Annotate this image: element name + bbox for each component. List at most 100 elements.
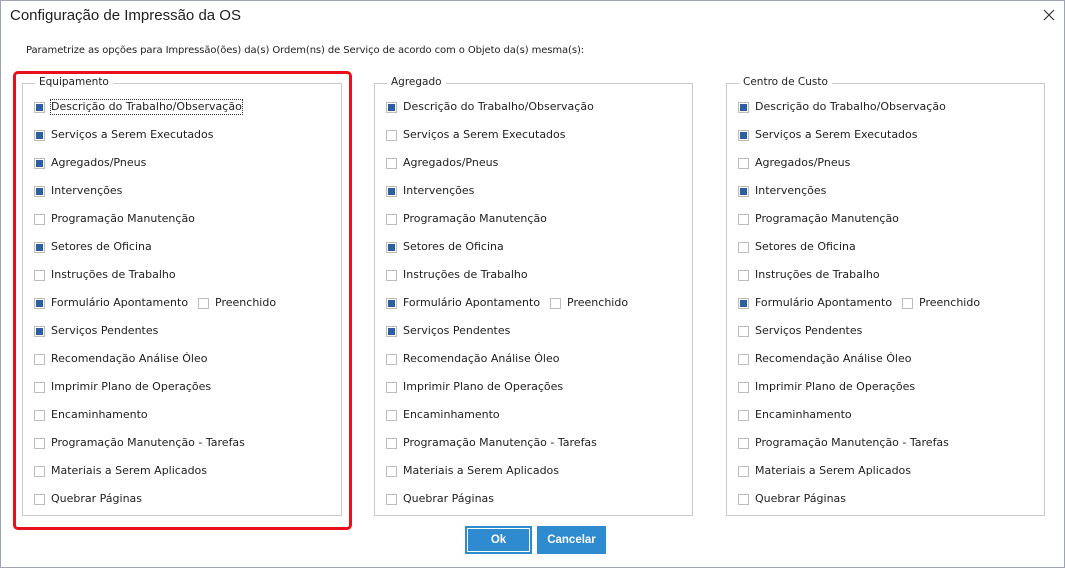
option-instrucoes-de-trabalho[interactable]: Instruções de Trabalho bbox=[34, 267, 176, 283]
checkbox[interactable] bbox=[386, 241, 397, 253]
checkbox[interactable] bbox=[34, 101, 45, 113]
checkbox[interactable] bbox=[34, 409, 45, 421]
option-preenchido[interactable]: Preenchido bbox=[550, 296, 628, 310]
option-formulario-apontamento[interactable]: Formulário Apontamento Preenchido bbox=[386, 295, 628, 311]
option-descricao-do-trabalho-observacao[interactable]: Descrição do Trabalho/Observação bbox=[738, 99, 946, 115]
checkbox[interactable] bbox=[34, 437, 45, 449]
checkbox[interactable] bbox=[738, 213, 749, 225]
checkbox[interactable] bbox=[738, 353, 749, 365]
option-imprimir-plano-de-operacoes[interactable]: Imprimir Plano de Operações bbox=[386, 379, 563, 395]
option-servicos-a-serem-executados[interactable]: Serviços a Serem Executados bbox=[34, 127, 214, 143]
checkbox[interactable] bbox=[738, 157, 749, 169]
option-encaminhamento[interactable]: Encaminhamento bbox=[386, 407, 500, 423]
checkbox[interactable] bbox=[902, 297, 914, 309]
option-servicos-a-serem-executados[interactable]: Serviços a Serem Executados bbox=[738, 127, 918, 143]
checkbox[interactable] bbox=[738, 465, 749, 477]
option-intervencoes[interactable]: Intervenções bbox=[738, 183, 826, 199]
checkbox[interactable] bbox=[34, 297, 45, 309]
option-programacao-manutencao-tarefas[interactable]: Programação Manutenção - Tarefas bbox=[738, 435, 949, 451]
checkbox[interactable] bbox=[550, 297, 562, 309]
option-setores-de-oficina[interactable]: Setores de Oficina bbox=[738, 239, 856, 255]
option-descricao-do-trabalho-observacao[interactable]: Descrição do Trabalho/Observação bbox=[34, 99, 243, 115]
option-servicos-pendentes[interactable]: Serviços Pendentes bbox=[34, 323, 158, 339]
option-materiais-a-serem-aplicados[interactable]: Materiais a Serem Aplicados bbox=[34, 463, 207, 479]
checkbox[interactable] bbox=[738, 185, 749, 197]
option-instrucoes-de-trabalho[interactable]: Instruções de Trabalho bbox=[386, 267, 528, 283]
checkbox[interactable] bbox=[386, 465, 397, 477]
checkbox[interactable] bbox=[386, 185, 397, 197]
option-recomendacao-analise-oleo[interactable]: Recomendação Análise Óleo bbox=[738, 351, 911, 367]
checkbox[interactable] bbox=[34, 157, 45, 169]
checkbox[interactable] bbox=[34, 213, 45, 225]
checkbox[interactable] bbox=[34, 325, 45, 337]
checkbox[interactable] bbox=[738, 297, 749, 309]
checkbox[interactable] bbox=[386, 493, 397, 505]
option-formulario-apontamento[interactable]: Formulário Apontamento Preenchido bbox=[34, 295, 276, 311]
checkbox[interactable] bbox=[738, 325, 749, 337]
checkbox[interactable] bbox=[34, 353, 45, 365]
checkbox[interactable] bbox=[738, 381, 749, 393]
checkbox[interactable] bbox=[34, 381, 45, 393]
option-agregados-pneus[interactable]: Agregados/Pneus bbox=[34, 155, 146, 171]
checkbox[interactable] bbox=[386, 381, 397, 393]
option-setores-de-oficina[interactable]: Setores de Oficina bbox=[34, 239, 152, 255]
checkbox[interactable] bbox=[34, 129, 45, 141]
option-servicos-pendentes[interactable]: Serviços Pendentes bbox=[386, 323, 510, 339]
option-recomendacao-analise-oleo[interactable]: Recomendação Análise Óleo bbox=[386, 351, 559, 367]
option-servicos-a-serem-executados[interactable]: Serviços a Serem Executados bbox=[386, 127, 566, 143]
checkbox[interactable] bbox=[386, 409, 397, 421]
checkbox[interactable] bbox=[386, 213, 397, 225]
option-imprimir-plano-de-operacoes[interactable]: Imprimir Plano de Operações bbox=[34, 379, 211, 395]
option-quebrar-paginas[interactable]: Quebrar Páginas bbox=[738, 491, 846, 507]
option-descricao-do-trabalho-observacao[interactable]: Descrição do Trabalho/Observação bbox=[386, 99, 594, 115]
option-materiais-a-serem-aplicados[interactable]: Materiais a Serem Aplicados bbox=[386, 463, 559, 479]
option-programacao-manutencao-tarefas[interactable]: Programação Manutenção - Tarefas bbox=[386, 435, 597, 451]
checkbox[interactable] bbox=[738, 493, 749, 505]
option-encaminhamento[interactable]: Encaminhamento bbox=[34, 407, 148, 423]
checkbox[interactable] bbox=[34, 493, 45, 505]
checkbox[interactable] bbox=[34, 185, 45, 197]
option-programacao-manutencao-tarefas[interactable]: Programação Manutenção - Tarefas bbox=[34, 435, 245, 451]
option-intervencoes[interactable]: Intervenções bbox=[386, 183, 474, 199]
checkbox[interactable] bbox=[34, 241, 45, 253]
option-quebrar-paginas[interactable]: Quebrar Páginas bbox=[386, 491, 494, 507]
option-setores-de-oficina[interactable]: Setores de Oficina bbox=[386, 239, 504, 255]
checkbox[interactable] bbox=[386, 437, 397, 449]
ok-button[interactable]: Ok bbox=[465, 526, 532, 554]
checkbox[interactable] bbox=[738, 101, 749, 113]
checkbox[interactable] bbox=[386, 129, 397, 141]
option-preenchido[interactable]: Preenchido bbox=[198, 296, 276, 310]
option-programacao-manutencao[interactable]: Programação Manutenção bbox=[386, 211, 547, 227]
option-formulario-apontamento[interactable]: Formulário Apontamento Preenchido bbox=[738, 295, 980, 311]
option-programacao-manutencao[interactable]: Programação Manutenção bbox=[738, 211, 899, 227]
checkbox[interactable] bbox=[386, 353, 397, 365]
checkbox[interactable] bbox=[738, 269, 749, 281]
option-imprimir-plano-de-operacoes[interactable]: Imprimir Plano de Operações bbox=[738, 379, 915, 395]
option-preenchido[interactable]: Preenchido bbox=[902, 296, 980, 310]
option-quebrar-paginas[interactable]: Quebrar Páginas bbox=[34, 491, 142, 507]
cancel-button[interactable]: Cancelar bbox=[537, 526, 606, 554]
checkbox[interactable] bbox=[34, 269, 45, 281]
option-agregados-pneus[interactable]: Agregados/Pneus bbox=[386, 155, 498, 171]
close-icon[interactable] bbox=[1041, 7, 1057, 23]
checkbox[interactable] bbox=[34, 465, 45, 477]
option-label: Quebrar Páginas bbox=[755, 492, 847, 505]
option-instrucoes-de-trabalho[interactable]: Instruções de Trabalho bbox=[738, 267, 880, 283]
checkbox[interactable] bbox=[738, 437, 749, 449]
option-agregados-pneus[interactable]: Agregados/Pneus bbox=[738, 155, 850, 171]
checkbox[interactable] bbox=[198, 297, 210, 309]
checkbox[interactable] bbox=[386, 157, 397, 169]
checkbox[interactable] bbox=[738, 241, 749, 253]
checkbox[interactable] bbox=[738, 409, 749, 421]
checkbox[interactable] bbox=[386, 297, 397, 309]
option-intervencoes[interactable]: Intervenções bbox=[34, 183, 122, 199]
option-programacao-manutencao[interactable]: Programação Manutenção bbox=[34, 211, 195, 227]
checkbox[interactable] bbox=[386, 269, 397, 281]
option-servicos-pendentes[interactable]: Serviços Pendentes bbox=[738, 323, 862, 339]
checkbox[interactable] bbox=[386, 325, 397, 337]
option-encaminhamento[interactable]: Encaminhamento bbox=[738, 407, 852, 423]
checkbox[interactable] bbox=[738, 129, 749, 141]
checkbox[interactable] bbox=[386, 101, 397, 113]
option-recomendacao-analise-oleo[interactable]: Recomendação Análise Óleo bbox=[34, 351, 207, 367]
option-materiais-a-serem-aplicados[interactable]: Materiais a Serem Aplicados bbox=[738, 463, 911, 479]
